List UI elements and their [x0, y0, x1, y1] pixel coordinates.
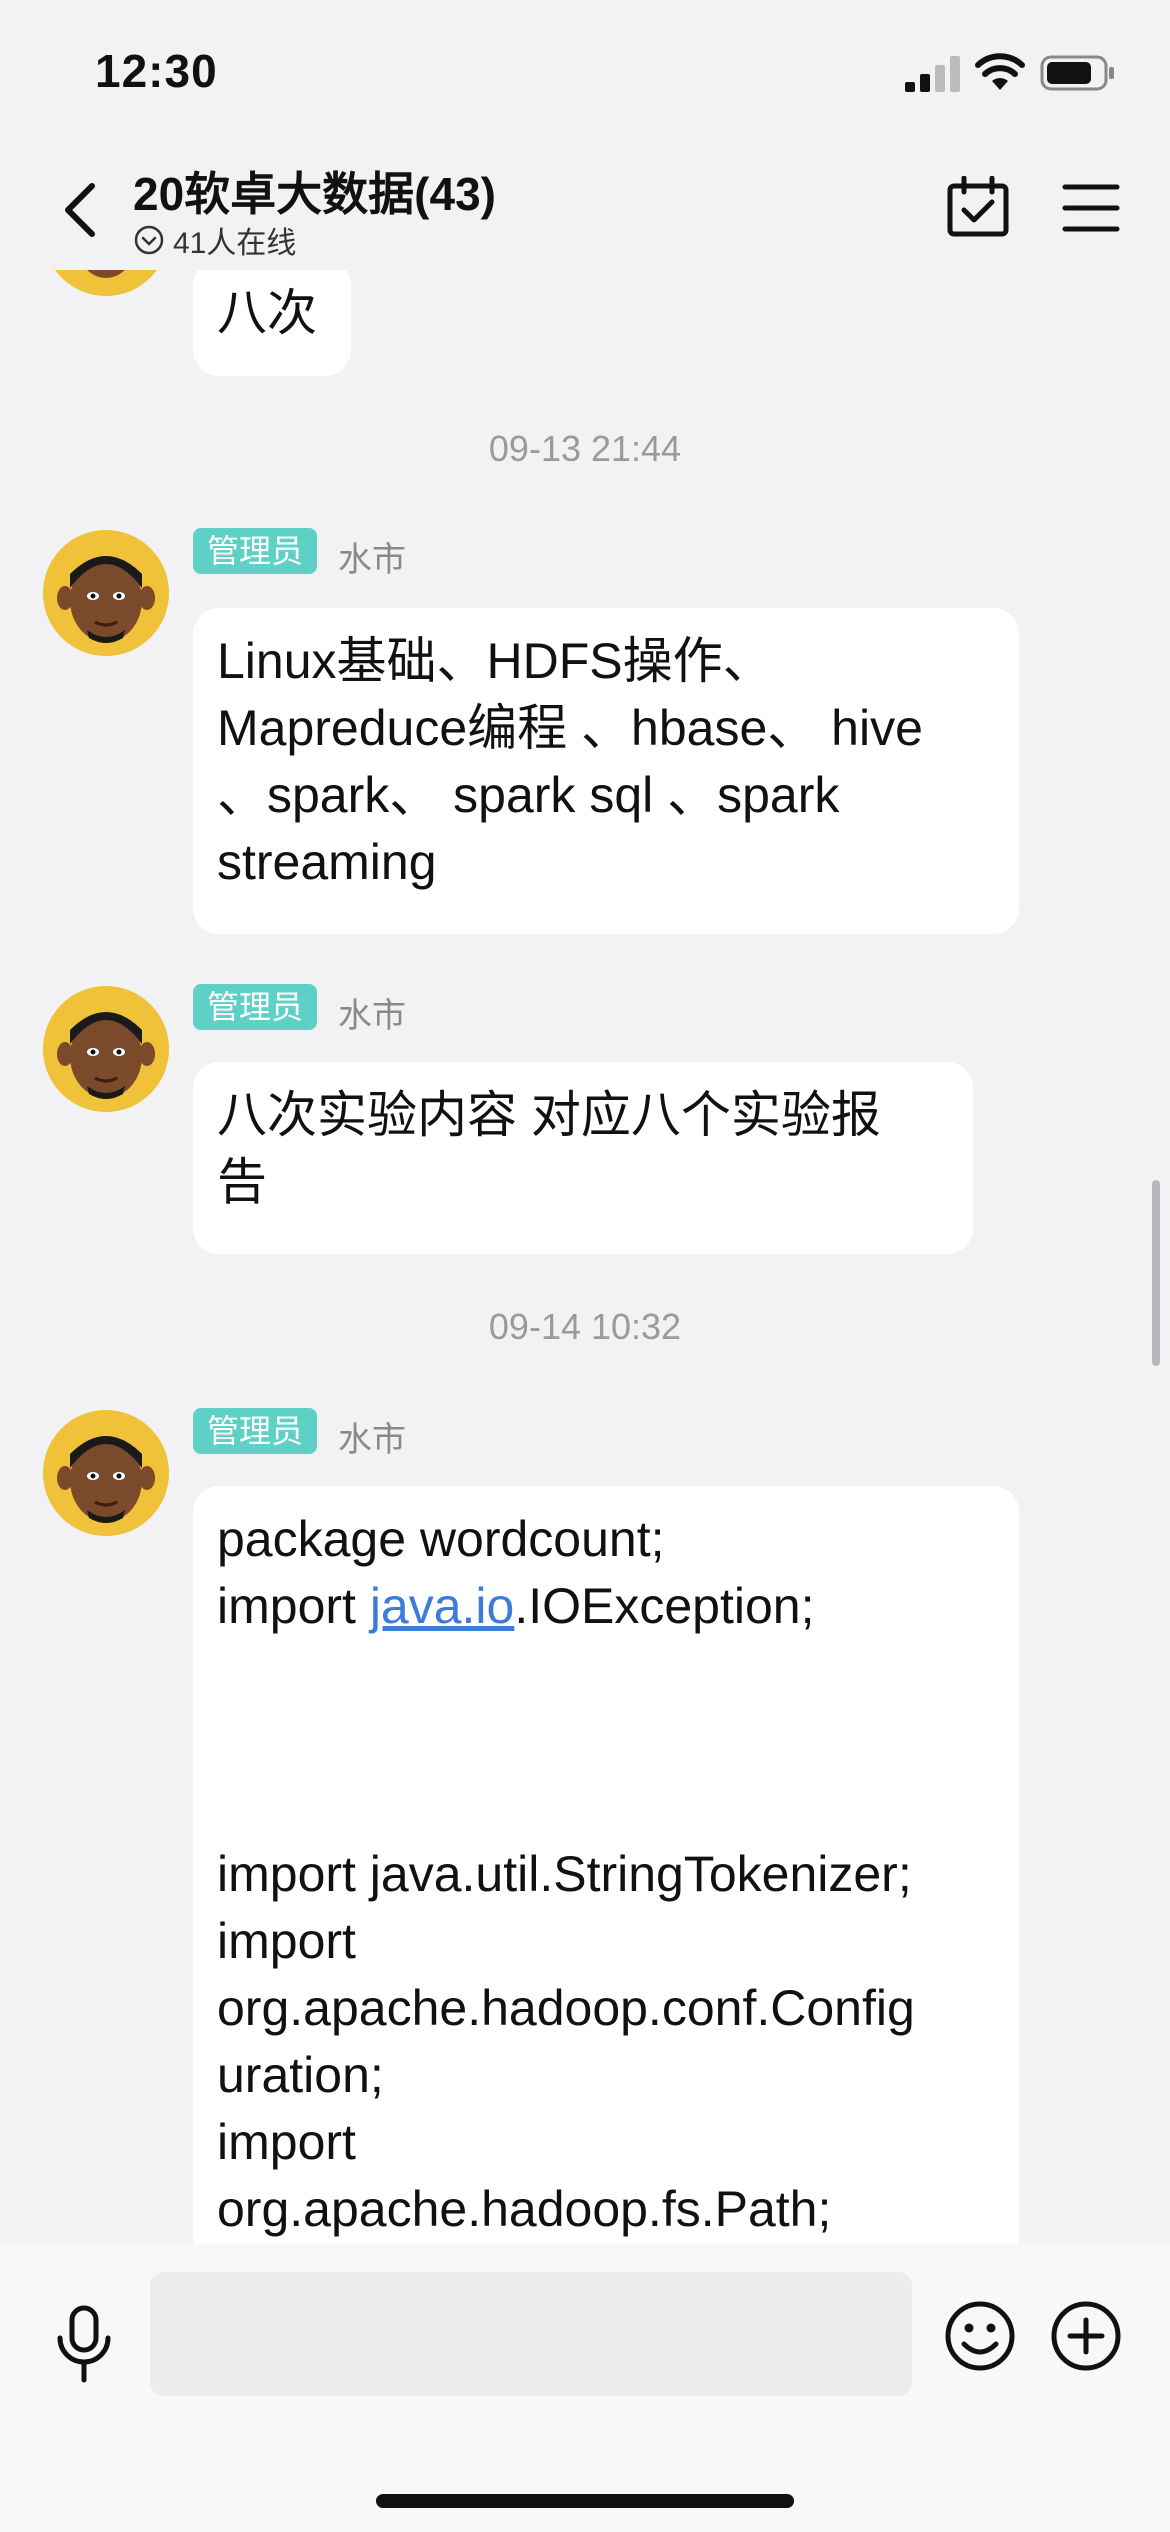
code-line: org.apache.hadoop.conf.Config: [217, 1980, 915, 2036]
sender-name[interactable]: 水市: [338, 1412, 406, 1461]
admin-tag: 管理员: [193, 528, 318, 574]
status-bar: 12:30: [0, 0, 1170, 150]
admin-tag: 管理员: [193, 1408, 318, 1454]
avatar[interactable]: [43, 270, 169, 296]
avatar-face-icon: [43, 530, 169, 656]
check-circle-icon: [134, 225, 164, 255]
chat-header: 20软卓大数据(43) 41人在线: [0, 150, 1170, 270]
sender-name[interactable]: 水市: [338, 532, 406, 581]
message-timestamp: 09-13 21:44: [488, 428, 682, 469]
message-line: Linux基础、HDFS操作、: [217, 633, 773, 689]
code-line: org.apache.hadoop.fs.Path;: [217, 2181, 832, 2237]
emoji-icon[interactable]: [944, 2300, 1016, 2372]
online-count: 41人在线: [133, 218, 296, 262]
battery-icon: [1040, 55, 1114, 91]
code-line: package wordcount;: [217, 1511, 665, 1567]
blank-lines: [217, 1640, 995, 1841]
scrollbar[interactable]: [1152, 1180, 1160, 1366]
message-line: 、spark、 spark sql 、spark: [217, 767, 840, 823]
calendar-check-icon[interactable]: [946, 176, 1010, 240]
menu-icon[interactable]: [1062, 182, 1120, 234]
status-time: 12:30: [95, 45, 218, 97]
code-text: .IOException;: [514, 1578, 815, 1634]
message-bubble[interactable]: 八次实验内容 对应八个实验报 告: [193, 1062, 973, 1254]
message-bubble[interactable]: Linux基础、HDFS操作、 Mapreduce编程 、hbase、 hive…: [193, 608, 1019, 934]
microphone-icon[interactable]: [52, 2304, 116, 2384]
code-line: import: [217, 1913, 356, 1969]
message-bubble[interactable]: package wordcount; import java.io.IOExce…: [193, 1486, 1019, 2244]
message-text: 八次: [217, 285, 317, 341]
online-count-text: 41人在线: [173, 227, 297, 260]
back-arrow-icon[interactable]: [58, 180, 102, 240]
group-title[interactable]: 20软卓大数据(43): [133, 158, 496, 224]
code-line: import java.io.IOException;: [217, 1573, 995, 1640]
code-line: uration;: [217, 2047, 384, 2103]
code-line: import: [217, 2114, 356, 2170]
sender-name[interactable]: 水市: [338, 988, 406, 1037]
message-line: 告: [217, 1154, 267, 1210]
home-indicator[interactable]: [376, 2494, 794, 2508]
message-list[interactable]: 八次 09-13 21:44 管理员 水市 Linux基础、HDFS操作、 Ma…: [0, 270, 1170, 2244]
avatar[interactable]: [43, 530, 169, 656]
message-line: 八次实验内容 对应八个实验报: [217, 1087, 881, 1143]
avatar-face-icon: [55, 270, 157, 296]
avatar-face-icon: [43, 1410, 169, 1536]
message-line: Mapreduce编程 、hbase、 hive: [217, 700, 923, 756]
url-link[interactable]: java.io: [370, 1578, 515, 1634]
avatar[interactable]: [43, 1410, 169, 1536]
message-timestamp: 09-14 10:32: [488, 1306, 682, 1347]
code-line: import java.util.StringTokenizer;: [217, 1846, 912, 1902]
admin-tag: 管理员: [193, 984, 318, 1030]
avatar-face-icon: [43, 986, 169, 1112]
message-line: streaming: [217, 834, 437, 890]
message-bubble[interactable]: 八次: [193, 270, 351, 376]
avatar[interactable]: [43, 986, 169, 1112]
code-text: import: [217, 1578, 370, 1634]
wifi-icon: [975, 53, 1025, 90]
add-icon[interactable]: [1050, 2300, 1122, 2372]
input-bar: [0, 2244, 1170, 2532]
message-input[interactable]: [150, 2272, 912, 2396]
cellular-signal-icon: [905, 56, 960, 92]
